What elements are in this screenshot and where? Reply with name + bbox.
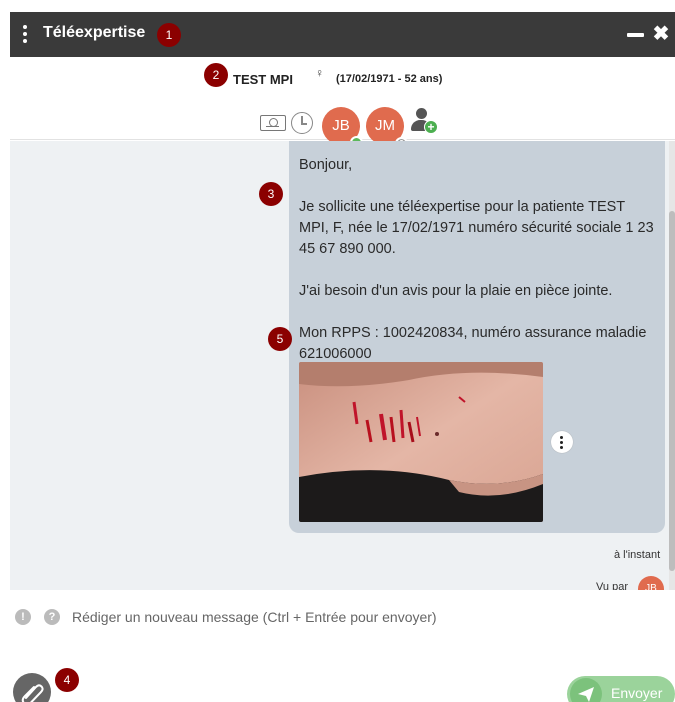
send-icon: [570, 678, 602, 702]
message-text: Bonjour, Je sollicite une téléexpertise …: [299, 157, 654, 362]
annotation-badge-5: 5: [268, 327, 292, 351]
message-input[interactable]: [70, 602, 660, 662]
seen-by-label: Vu par: [596, 581, 629, 590]
patient-header: TEST MPI ♀ (17/02/1971 - 52 ans) JB JM ?…: [10, 57, 675, 150]
help-icon[interactable]: ?: [44, 609, 60, 625]
patient-name: TEST MPI: [233, 72, 293, 87]
patient-dob-age: (17/02/1971 - 52 ans): [336, 73, 443, 85]
message-timestamp: à l'instant: [614, 549, 661, 561]
annotation-badge-3: 3: [259, 182, 283, 206]
wound-photo-image: [299, 362, 543, 522]
message-options-icon[interactable]: [551, 431, 573, 453]
minimize-icon[interactable]: [627, 26, 645, 44]
id-card-icon[interactable]: [260, 115, 286, 131]
add-participant-icon[interactable]: +: [410, 108, 440, 138]
history-clock-icon[interactable]: [291, 112, 313, 134]
menu-kebab-icon[interactable]: [22, 25, 28, 45]
paperclip-icon: [21, 684, 44, 702]
annotation-badge-2: 2: [204, 63, 228, 87]
wound-photo[interactable]: [299, 362, 543, 522]
chat-scrollbar[interactable]: [669, 141, 675, 590]
plus-icon: +: [424, 120, 438, 134]
send-button[interactable]: Envoyer: [567, 676, 675, 702]
warning-icon[interactable]: !: [15, 609, 31, 625]
title-bar: Téléexpertise ✖: [10, 12, 675, 57]
teleexpertise-window: Téléexpertise ✖ 1 TEST MPI ♀ (17/02/1971…: [10, 12, 675, 702]
seen-by-avatar: JB: [638, 576, 664, 590]
chat-area[interactable]: Bonjour, Je sollicite une téléexpertise …: [10, 141, 675, 590]
message-composer: ! ? Envoyer: [10, 590, 675, 702]
window-title: Téléexpertise: [43, 24, 146, 41]
scrollbar-thumb[interactable]: [669, 211, 675, 571]
annotation-badge-4: 4: [55, 668, 79, 692]
send-label: Envoyer: [611, 685, 663, 701]
female-sex-icon: ♀: [315, 66, 324, 80]
annotation-badge-1: 1: [157, 23, 181, 47]
close-icon[interactable]: ✖: [652, 23, 670, 45]
attach-file-button[interactable]: [13, 673, 51, 702]
message-bubble: Bonjour, Je sollicite une téléexpertise …: [289, 141, 665, 533]
